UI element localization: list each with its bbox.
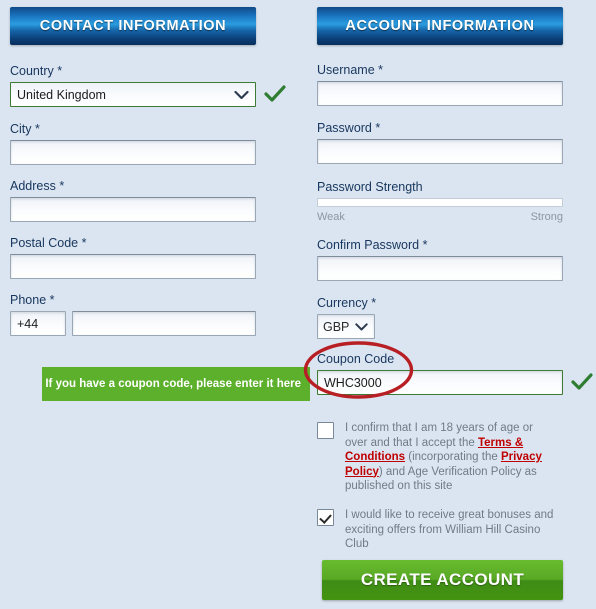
phone-input-row (10, 311, 256, 336)
currency-label: Currency * (317, 296, 377, 310)
create-account-button[interactable]: CREATE ACCOUNT (322, 560, 563, 600)
account-information-title: ACCOUNT INFORMATION (345, 18, 535, 34)
country-label: Country * (10, 64, 63, 78)
currency-field: Currency * GBP (317, 296, 376, 339)
password-strength-label: Password Strength (317, 180, 423, 194)
username-input[interactable] (317, 81, 563, 106)
marketing-consent-text: I would like to receive great bonuses an… (345, 509, 554, 550)
contact-information-title: CONTACT INFORMATION (39, 18, 227, 34)
confirm-password-field: Confirm Password * (317, 238, 563, 281)
required-asterisk: * (81, 236, 87, 250)
country-valid-check-icon (264, 85, 286, 104)
coupon-input-wrapper (317, 370, 593, 395)
password-strength-meter (317, 198, 563, 207)
account-information-column: ACCOUNT INFORMATION Username * Password … (317, 0, 593, 395)
password-strength-scale: Weak Strong (317, 211, 563, 223)
phone-number-input[interactable] (72, 311, 256, 336)
required-asterisk: * (422, 238, 428, 252)
phone-country-code-input[interactable] (10, 311, 66, 336)
password-strength-strong-label: Strong (530, 211, 563, 223)
coupon-valid-check-icon (571, 373, 593, 392)
postal-code-input[interactable] (10, 254, 256, 279)
password-strength-section: Password Strength Weak Strong (317, 180, 563, 223)
username-label: Username * (317, 63, 384, 77)
coupon-callout-banner: If you have a coupon code, please enter … (42, 367, 310, 401)
marketing-consent-checkbox[interactable] (317, 509, 334, 526)
country-select[interactable]: United Kingdom (10, 82, 256, 107)
account-information-header: ACCOUNT INFORMATION (317, 7, 563, 45)
coupon-code-input[interactable] (317, 370, 563, 395)
password-field: Password * (317, 121, 563, 164)
password-label: Password * (317, 121, 381, 135)
coupon-code-field: Coupon Code (317, 352, 593, 395)
phone-label: Phone * (10, 293, 55, 307)
age-terms-checkbox[interactable] (317, 422, 334, 439)
city-label: City * (10, 122, 40, 136)
contact-information-column: CONTACT INFORMATION Country * United Kin… (10, 0, 286, 336)
password-strength-weak-label: Weak (317, 211, 345, 223)
contact-information-header: CONTACT INFORMATION (10, 7, 256, 45)
required-asterisk: * (378, 63, 384, 77)
city-input[interactable] (10, 140, 256, 165)
address-input[interactable] (10, 197, 256, 222)
address-label: Address * (10, 179, 65, 193)
required-asterisk: * (57, 64, 63, 78)
password-input[interactable] (317, 139, 563, 164)
country-field: Country * United Kingdom (10, 64, 286, 107)
postal-code-label: Postal Code * (10, 236, 87, 250)
phone-field: Phone * (10, 293, 256, 336)
confirm-password-label: Confirm Password * (317, 238, 428, 252)
required-asterisk: * (59, 179, 65, 193)
currency-select[interactable]: GBP (317, 314, 375, 339)
confirm-password-input[interactable] (317, 256, 563, 281)
age-terms-consent-text: I confirm that I am 18 years of age or o… (345, 421, 557, 494)
postal-code-field: Postal Code * (10, 236, 256, 279)
address-field: Address * (10, 179, 256, 222)
consent-text-part: (incorporating the (405, 451, 501, 463)
marketing-consent-row[interactable]: I would like to receive great bonuses an… (317, 508, 557, 552)
required-asterisk: * (35, 122, 40, 136)
currency-select-wrapper: GBP (317, 314, 375, 339)
required-asterisk: * (375, 121, 381, 135)
coupon-code-label: Coupon Code (317, 352, 395, 366)
city-field: City * (10, 122, 256, 165)
required-asterisk: * (371, 296, 377, 310)
required-asterisk: * (49, 293, 55, 307)
username-field: Username * (317, 63, 563, 106)
registration-form-page: CONTACT INFORMATION Country * United Kin… (0, 0, 596, 609)
coupon-callout-text: If you have a coupon code, please enter … (45, 378, 301, 390)
country-select-wrapper: United Kingdom (10, 82, 286, 107)
age-terms-consent-row[interactable]: I confirm that I am 18 years of age or o… (317, 421, 557, 494)
